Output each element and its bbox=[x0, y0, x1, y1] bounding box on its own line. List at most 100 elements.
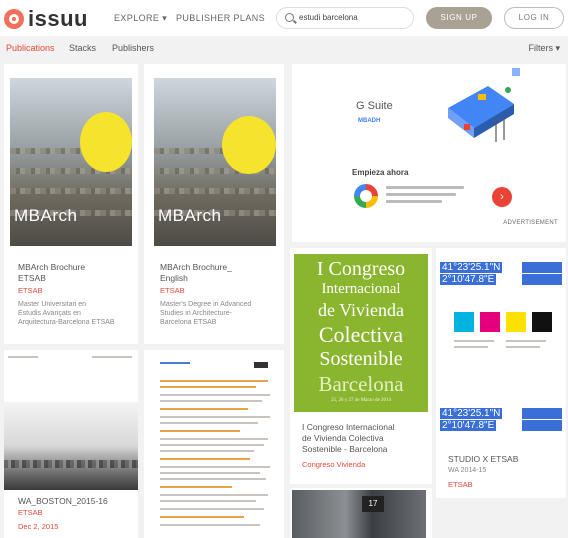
ad-creative[interactable]: G Suite MBADH Empieza ahora › bbox=[342, 66, 524, 212]
cover-date: 25, 26 y 27 de Marzo de 2014 bbox=[331, 398, 391, 403]
issuu-page: issuu EXPLORE ▾ PUBLISHER PLANS estudi b… bbox=[0, 0, 568, 538]
doc-line bbox=[506, 346, 540, 348]
filters-dropdown[interactable]: Filters ▾ bbox=[528, 43, 560, 54]
doc-line bbox=[160, 430, 240, 432]
desc-line: Master Universitari en bbox=[18, 301, 87, 308]
doc-logo bbox=[160, 362, 190, 364]
card-title[interactable]: WA_BOSTON_2015-16 bbox=[18, 496, 108, 507]
card-author[interactable]: ETSAB bbox=[18, 508, 43, 517]
nav-publisher-plans[interactable]: PUBLISHER PLANS bbox=[176, 13, 265, 23]
coords-label: 2°10'47.8"E bbox=[440, 420, 497, 431]
sign-up-button[interactable]: SIGN UP bbox=[426, 7, 492, 29]
skyline-band bbox=[4, 460, 138, 468]
publication-cover[interactable] bbox=[4, 402, 138, 490]
card-author[interactable]: ETSAB bbox=[18, 286, 43, 295]
search-value: estudi barcelona bbox=[299, 13, 358, 22]
doc-line bbox=[160, 494, 268, 496]
doc-line bbox=[160, 478, 266, 480]
ad-choices-icon[interactable] bbox=[512, 68, 520, 76]
tab-publishers[interactable]: Publishers bbox=[112, 43, 154, 53]
doc-line bbox=[506, 340, 546, 342]
doc-line bbox=[160, 380, 268, 382]
coords-label: 2°10'47.8"E bbox=[440, 274, 497, 285]
cover-header-text bbox=[92, 356, 132, 358]
building-sign: 17 bbox=[362, 496, 384, 512]
nav-explore[interactable]: EXPLORE ▾ bbox=[114, 13, 167, 24]
cover-line: Colectiva bbox=[318, 322, 404, 347]
text-line bbox=[386, 200, 442, 203]
ad-body-text bbox=[386, 186, 466, 207]
doc-line bbox=[160, 472, 260, 474]
publication-card[interactable]: 41°23'25.1"N 2°10'47.8"E 41°23'25.1"N 2°… bbox=[436, 248, 566, 498]
ad-mark: MBADH bbox=[358, 118, 381, 124]
doc-line bbox=[160, 450, 254, 452]
yellow-badge bbox=[80, 112, 132, 172]
publication-card[interactable]: MBArch MBArch Brochure ETSAB ETSAB Maste… bbox=[4, 64, 138, 344]
doc-line bbox=[160, 394, 270, 396]
card-title[interactable]: STUDIO X ETSAB bbox=[448, 454, 518, 465]
cityscape-band bbox=[154, 188, 276, 194]
card-date: Dec 2, 2015 bbox=[18, 522, 59, 531]
info-block bbox=[522, 420, 562, 431]
card-title[interactable]: MBArch Brochure_ English bbox=[160, 262, 232, 284]
info-block bbox=[522, 262, 562, 273]
publication-cover[interactable]: I Congreso Internacional de Vivienda Col… bbox=[294, 254, 428, 412]
title-line: MBArch Brochure bbox=[18, 262, 86, 272]
card-title[interactable]: I Congreso Internacional de Vivienda Col… bbox=[302, 422, 395, 455]
doc-mark bbox=[254, 362, 268, 368]
doc-line bbox=[160, 408, 248, 410]
cover-line: Barcelona bbox=[318, 372, 404, 396]
info-block bbox=[522, 274, 562, 285]
gsuite-illustration-icon bbox=[448, 86, 514, 142]
cityscape-band bbox=[10, 188, 132, 194]
doc-line bbox=[160, 508, 264, 510]
publication-cover[interactable]: 17 bbox=[292, 490, 426, 538]
publication-cover[interactable]: MBArch bbox=[10, 78, 132, 246]
card-description: Master's Degree in Advanced Studies in A… bbox=[160, 300, 251, 327]
log-in-button[interactable]: LOG IN bbox=[504, 7, 564, 29]
card-description: Master Universitari en Estudis Avançats … bbox=[18, 300, 115, 327]
info-block bbox=[522, 408, 562, 419]
card-author[interactable]: ETSAB bbox=[160, 286, 185, 295]
result-tabs: Publications Stacks Publishers Filters ▾ bbox=[0, 38, 568, 58]
coords-label: 41°23'25.1"N bbox=[440, 408, 503, 419]
doc-line bbox=[160, 416, 270, 418]
ad-brand: G Suite bbox=[356, 100, 393, 112]
document-cover[interactable] bbox=[154, 352, 276, 538]
cover-line: de Vivienda bbox=[317, 300, 405, 320]
title-line: ETSAB bbox=[18, 273, 46, 283]
text-line bbox=[386, 186, 464, 189]
search-icon bbox=[285, 13, 294, 22]
doc-line bbox=[160, 458, 250, 460]
publication-card[interactable]: MBArch MBArch Brochure_ English ETSAB Ma… bbox=[144, 64, 284, 344]
card-title[interactable]: MBArch Brochure ETSAB bbox=[18, 262, 85, 284]
publication-card[interactable] bbox=[144, 350, 284, 538]
arrow-right-icon[interactable]: › bbox=[492, 187, 512, 207]
doc-line bbox=[160, 438, 268, 440]
desc-line: Studies in Architecture- bbox=[160, 310, 232, 317]
issuu-logo[interactable]: issuu bbox=[4, 6, 88, 32]
cyan-swatch bbox=[454, 312, 474, 332]
ad-headline: Empieza ahora bbox=[352, 168, 409, 177]
title-line: MBArch Brochure_ bbox=[160, 262, 232, 272]
google-logo-icon bbox=[354, 184, 378, 208]
yellow-swatch bbox=[506, 312, 526, 332]
search-input[interactable]: estudi barcelona bbox=[276, 7, 414, 29]
desc-line: Barcelona ETSAB bbox=[160, 319, 217, 326]
advertisement-card[interactable]: G Suite MBADH Empieza ahora › ADVERTISEM… bbox=[292, 64, 566, 242]
doc-line bbox=[160, 422, 258, 424]
doc-line bbox=[454, 346, 488, 348]
publication-card[interactable]: 17 bbox=[290, 488, 432, 538]
title-line: de Vivienda Colectiva bbox=[302, 433, 384, 443]
tab-publications[interactable]: Publications bbox=[6, 43, 55, 53]
card-author[interactable]: ETSAB bbox=[448, 480, 473, 489]
publication-cover[interactable]: MBArch bbox=[154, 78, 276, 246]
publication-card[interactable]: WA_BOSTON_2015-16 ETSAB Dec 2, 2015 bbox=[4, 350, 138, 538]
title-line: I Congreso Internacional bbox=[302, 422, 395, 432]
issuu-logo-icon bbox=[4, 9, 24, 29]
tab-stacks[interactable]: Stacks bbox=[69, 43, 96, 53]
desc-line: Master's Degree in Advanced bbox=[160, 301, 252, 308]
card-author[interactable]: Congreso Vivienda bbox=[302, 460, 365, 469]
magenta-swatch bbox=[480, 312, 500, 332]
doc-line bbox=[160, 486, 232, 488]
